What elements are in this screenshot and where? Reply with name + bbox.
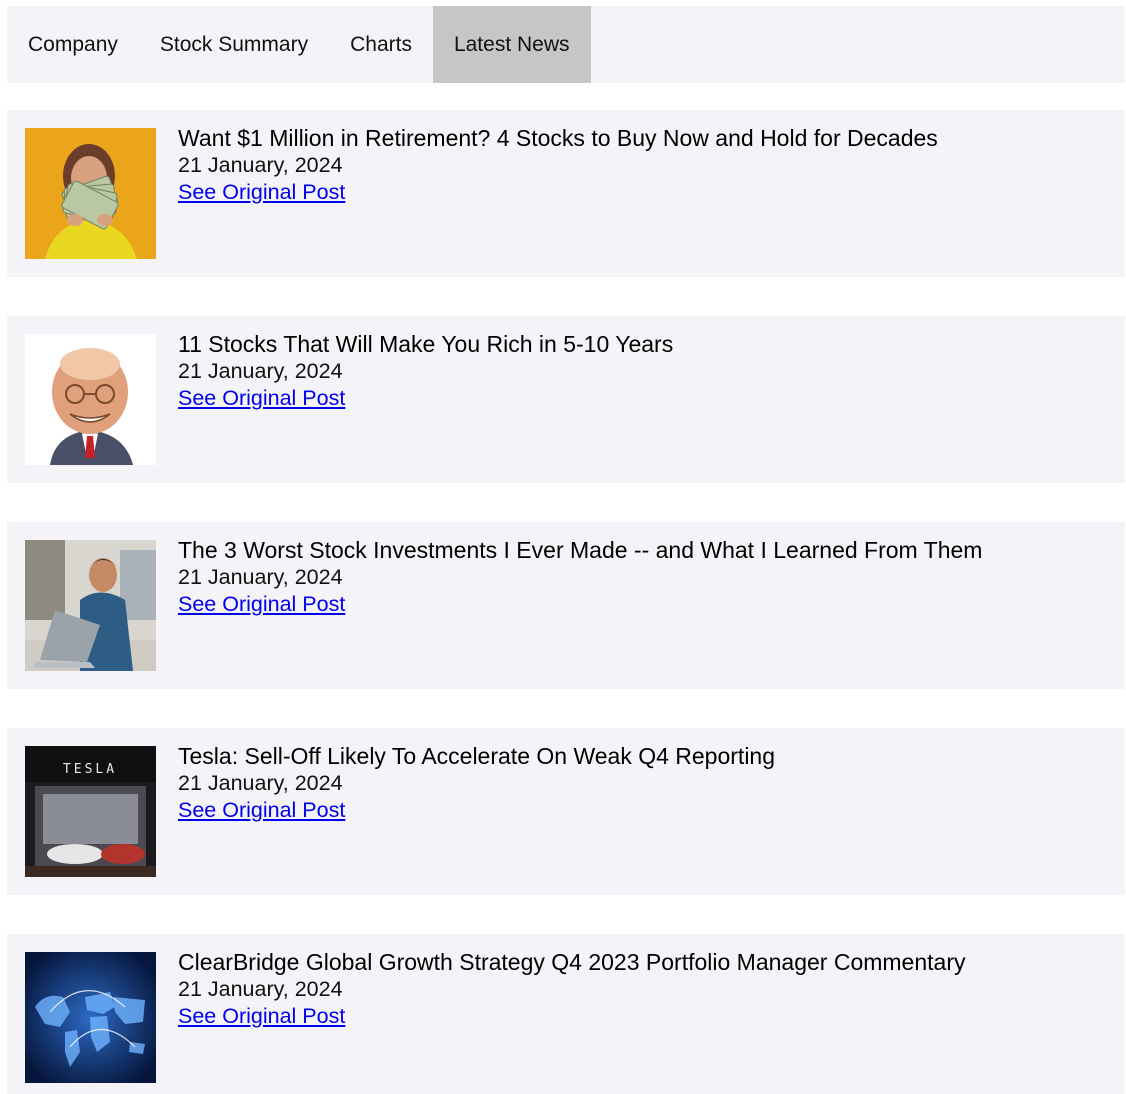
see-original-post-link[interactable]: See Original Post bbox=[178, 1003, 345, 1030]
news-card-text: The 3 Worst Stock Investments I Ever Mad… bbox=[178, 536, 982, 618]
news-date: 21 January, 2024 bbox=[178, 359, 343, 383]
news-headline[interactable]: 11 Stocks That Will Make You Rich in 5-1… bbox=[178, 330, 673, 358]
tab-bar: Company Stock Summary Charts Latest News bbox=[7, 6, 1125, 83]
tesla-logo-text: TESLA bbox=[63, 762, 117, 777]
tab-charts[interactable]: Charts bbox=[329, 6, 433, 83]
page: Company Stock Summary Charts Latest News bbox=[0, 0, 1126, 1094]
news-date: 21 January, 2024 bbox=[178, 565, 343, 589]
news-headline[interactable]: Want $1 Million in Retirement? 4 Stocks … bbox=[178, 124, 938, 152]
tab-stock-summary[interactable]: Stock Summary bbox=[139, 6, 329, 83]
stressed-man-laptop-photo[interactable] bbox=[25, 540, 156, 671]
news-date: 21 January, 2024 bbox=[178, 153, 343, 177]
woman-with-cash-photo[interactable] bbox=[25, 128, 156, 259]
news-card: TESLA Tesla: Sell-Off Likely To Accelera… bbox=[7, 728, 1125, 895]
news-card-text: Tesla: Sell-Off Likely To Accelerate On … bbox=[178, 742, 775, 824]
news-card-text: 11 Stocks That Will Make You Rich in 5-1… bbox=[178, 330, 673, 412]
news-card: Want $1 Million in Retirement? 4 Stocks … bbox=[7, 110, 1125, 277]
tab-company[interactable]: Company bbox=[7, 6, 139, 83]
see-original-post-link[interactable]: See Original Post bbox=[178, 591, 345, 618]
news-card-text: ClearBridge Global Growth Strategy Q4 20… bbox=[178, 948, 965, 1030]
tesla-store-photo[interactable]: TESLA bbox=[25, 746, 156, 877]
see-original-post-link[interactable]: See Original Post bbox=[178, 797, 345, 824]
see-original-post-link[interactable]: See Original Post bbox=[178, 179, 345, 206]
news-date: 21 January, 2024 bbox=[178, 771, 343, 795]
news-headline[interactable]: Tesla: Sell-Off Likely To Accelerate On … bbox=[178, 742, 775, 770]
news-card: ClearBridge Global Growth Strategy Q4 20… bbox=[7, 934, 1125, 1094]
news-list: Want $1 Million in Retirement? 4 Stocks … bbox=[7, 110, 1125, 1094]
news-headline[interactable]: The 3 Worst Stock Investments I Ever Mad… bbox=[178, 536, 982, 564]
tab-latest-news[interactable]: Latest News bbox=[432, 6, 591, 83]
news-card: The 3 Worst Stock Investments I Ever Mad… bbox=[7, 522, 1125, 689]
news-date: 21 January, 2024 bbox=[178, 977, 343, 1001]
see-original-post-link[interactable]: See Original Post bbox=[178, 385, 345, 412]
news-card-text: Want $1 Million in Retirement? 4 Stocks … bbox=[178, 124, 938, 206]
world-map-network-photo[interactable] bbox=[25, 952, 156, 1083]
caricature-man-photo[interactable] bbox=[25, 334, 156, 465]
news-card: 11 Stocks That Will Make You Rich in 5-1… bbox=[7, 316, 1125, 483]
news-headline[interactable]: ClearBridge Global Growth Strategy Q4 20… bbox=[178, 948, 965, 976]
